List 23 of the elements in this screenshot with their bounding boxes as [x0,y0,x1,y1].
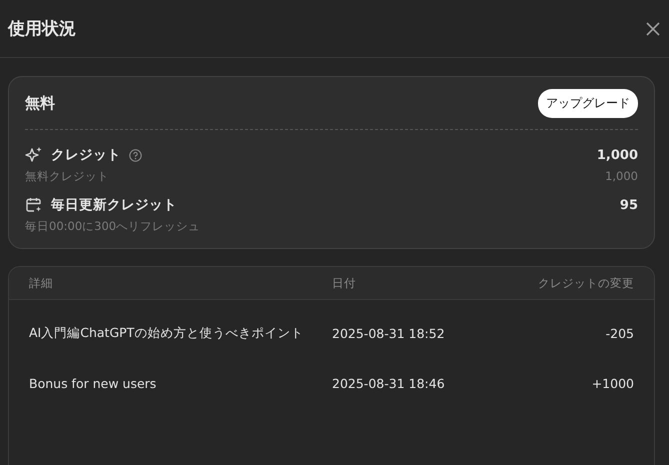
help-icon[interactable] [129,148,142,162]
table-cell-text: Bonus for new users [29,376,158,390]
credit-subvalue: 1,000 [605,169,638,184]
table-cell-text: 2025-08-31 18:52 [332,326,446,340]
column-header: 日付 [332,276,357,290]
column-header: クレジットの変更 [537,276,634,290]
credit-value: 95 [620,198,638,212]
calendar-icon [25,196,43,214]
credit-label: クレジット [51,146,121,164]
credit-label: 毎日更新クレジット [51,196,177,214]
credit-description: 無料クレジット [25,169,109,184]
sparkle-icon [25,146,43,164]
column-header: 詳細 [29,276,54,290]
close-icon[interactable] [646,22,660,36]
table-cell-text: 2025-08-31 18:46 [332,376,446,390]
table-cell-text: -205 [604,326,634,340]
credit-description: 毎日00:00に300へリフレッシュ [25,219,200,234]
dialog-title: 使用状況 [8,18,76,40]
upgrade-button[interactable]: アップグレード [538,89,638,118]
credit-value: 1,000 [596,148,638,162]
table-cell-text: +1000 [590,376,634,390]
plan-name: 無料 [25,94,55,113]
table-cell-text: AI入門編ChatGPTの始め方と使うべきポイント [29,324,304,342]
